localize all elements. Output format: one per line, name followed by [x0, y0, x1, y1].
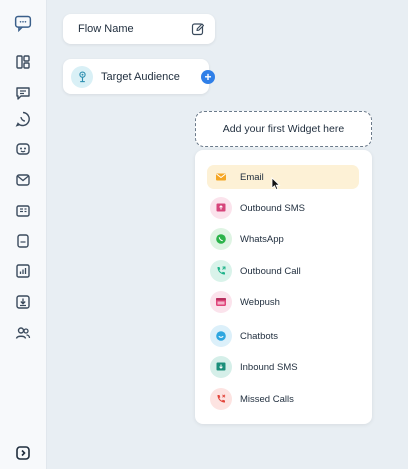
expand-sidebar-icon[interactable]	[14, 444, 32, 462]
add-widget-placeholder[interactable]: Add your first Widget here	[195, 111, 372, 147]
sms-icon[interactable]	[14, 84, 32, 102]
users-icon[interactable]	[14, 324, 32, 342]
widget-whatsapp[interactable]: WhatsApp	[207, 227, 359, 251]
target-audience-icon	[71, 65, 93, 88]
webpush-icon	[210, 291, 232, 313]
app-logo-icon[interactable]	[12, 12, 34, 34]
widget-label: Missed Calls	[240, 393, 294, 405]
widget-label: Chatbots	[240, 330, 279, 342]
widget-menu: Email Outbound SMS WhatsApp Outbound Cal…	[195, 150, 372, 424]
widget-label: Outbound SMS	[240, 202, 305, 214]
widget-label: Webpush	[240, 296, 280, 308]
chatbot-icon[interactable]	[14, 140, 32, 158]
whatsapp-icon	[210, 228, 232, 250]
email-icon	[210, 166, 232, 188]
inbound-sms-icon	[210, 356, 232, 378]
add-node-button[interactable]: +	[201, 70, 215, 84]
widget-missed-calls[interactable]: Missed Calls	[207, 387, 359, 411]
widget-inbound-sms[interactable]: Inbound SMS	[207, 355, 359, 379]
widget-label: Outbound Call	[240, 265, 301, 277]
analytics-icon[interactable]	[14, 262, 32, 280]
target-audience-label: Target Audience	[101, 70, 180, 83]
widget-email[interactable]: Email	[207, 165, 359, 189]
outbound-sms-icon	[210, 197, 232, 219]
whatsapp-icon[interactable]	[14, 110, 32, 128]
flow-name-label: Flow Name	[78, 23, 134, 35]
widget-label: Inbound SMS	[240, 361, 298, 373]
widget-webpush[interactable]: Webpush	[207, 290, 359, 314]
missed-call-icon	[210, 388, 232, 410]
widget-label: Email	[240, 171, 264, 183]
widget-outbound-call[interactable]: Outbound Call	[207, 259, 359, 283]
widget-chatbots[interactable]: Chatbots	[207, 324, 359, 348]
document-icon[interactable]	[14, 232, 32, 250]
dashboard-icon[interactable]	[14, 53, 32, 71]
outbound-call-icon	[210, 260, 232, 282]
mouse-cursor-icon	[271, 177, 281, 191]
download-icon[interactable]	[14, 293, 32, 311]
email-icon[interactable]	[14, 171, 32, 189]
widget-outbound-sms[interactable]: Outbound SMS	[207, 196, 359, 220]
target-audience-card[interactable]: Target Audience	[63, 59, 209, 94]
edit-icon[interactable]	[191, 22, 205, 36]
add-widget-label: Add your first Widget here	[222, 123, 345, 135]
flow-name-card[interactable]: Flow Name	[63, 14, 215, 44]
chatbot-icon	[210, 325, 232, 347]
widget-label: WhatsApp	[240, 233, 284, 245]
sidebar	[0, 0, 47, 469]
contacts-card-icon[interactable]	[14, 202, 32, 220]
